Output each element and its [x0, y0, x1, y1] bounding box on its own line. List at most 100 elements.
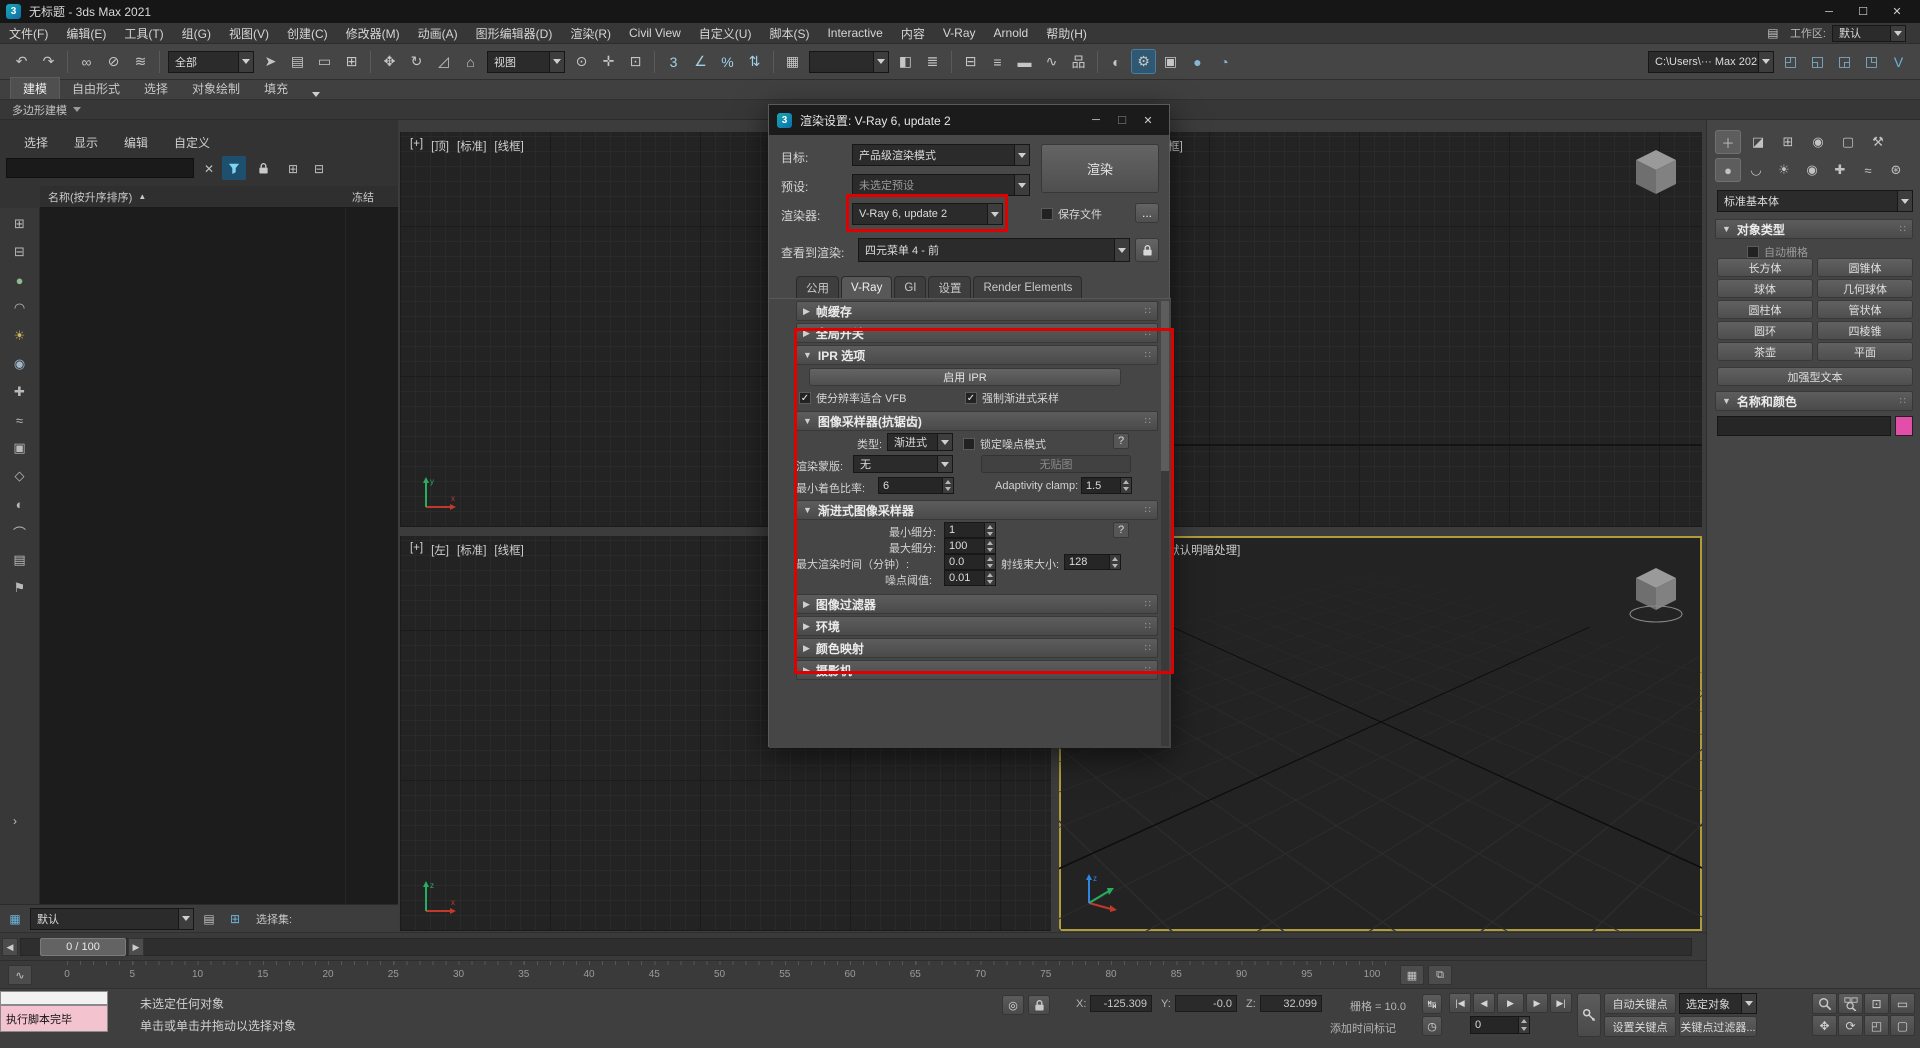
box-button[interactable]: 长方体	[1717, 258, 1813, 277]
spinner-arrows[interactable]	[1120, 478, 1131, 493]
isolate-selection-icon[interactable]: ◎	[1002, 995, 1024, 1015]
object-name-input[interactable]	[1717, 416, 1891, 436]
fit-resolution-vfb-checkbox[interactable]: 使分辨率适合 VFB	[799, 390, 906, 406]
pick-children-icon[interactable]: ⊟	[308, 158, 330, 179]
systems-category-icon[interactable]: ⊛	[1883, 158, 1909, 182]
go-to-start-button[interactable]: |◀	[1449, 993, 1471, 1013]
lights-category-icon[interactable]: ☀	[1771, 158, 1797, 182]
dialog-minimize-button[interactable]: ─	[1083, 105, 1109, 135]
key-mode-toggle-icon[interactable]: ↹	[1422, 994, 1442, 1014]
spinner-arrows[interactable]	[1518, 1017, 1529, 1033]
key-filters-button[interactable]: 关键点过滤器...	[1679, 1016, 1757, 1037]
spinner-arrows[interactable]	[984, 555, 995, 569]
viewport-label-view[interactable]: [左]	[431, 542, 449, 558]
spinner-arrows[interactable]	[984, 523, 995, 537]
object-color-swatch[interactable]	[1895, 416, 1913, 436]
rollout-global-switches[interactable]: 全局开关	[796, 323, 1158, 343]
viewport-label-shading[interactable]: [线框]	[494, 138, 523, 154]
dialog-tab-settings[interactable]: 设置	[928, 276, 971, 298]
window-crossing-icon[interactable]: ⊞	[339, 49, 364, 74]
max-render-time-spinner[interactable]: 0.0	[944, 554, 996, 570]
maxscript-macro-line[interactable]: 执行脚本完毕	[0, 1005, 108, 1032]
toolbar-misc-icon-2[interactable]: ◱	[1805, 49, 1830, 74]
schematic-view-icon[interactable]: 品	[1066, 49, 1091, 74]
menu-tools[interactable]: 工具(T)	[115, 23, 172, 44]
selection-filter-dropdown[interactable]: 全部	[168, 51, 254, 73]
display-geometry-icon[interactable]: ●	[6, 268, 34, 292]
menu-modifiers[interactable]: 修改器(M)	[337, 23, 409, 44]
ribbon-tab-populate[interactable]: 填充	[252, 78, 300, 99]
selection-lock-icon[interactable]	[1028, 995, 1050, 1015]
teapot-button[interactable]: 茶壶	[1717, 342, 1813, 361]
cylinder-button[interactable]: 圆柱体	[1717, 300, 1813, 319]
zoom-region-icon[interactable]: ▭	[1890, 993, 1915, 1014]
textplus-button[interactable]: 加强型文本	[1717, 367, 1913, 386]
explorer-search-input[interactable]	[6, 158, 194, 178]
vray-toolbar-icon[interactable]: V	[1886, 49, 1911, 74]
display-space-warps-icon[interactable]: ≈	[6, 408, 34, 432]
previous-frame-button[interactable]: ◀	[1473, 993, 1495, 1013]
pyramid-button[interactable]: 四棱锥	[1817, 321, 1913, 340]
ribbon-tab-object-paint[interactable]: 对象绘制	[180, 78, 252, 99]
select-and-scale-icon[interactable]: ◿	[431, 49, 456, 74]
redo-icon[interactable]: ↷	[36, 49, 61, 74]
undo-icon[interactable]: ↶	[9, 49, 34, 74]
modify-tab-icon[interactable]: ◪	[1745, 130, 1771, 154]
viewcube[interactable]	[1628, 564, 1684, 628]
window-maximize-button[interactable]: ☐	[1846, 0, 1880, 23]
reference-coordinate-dropdown[interactable]: 视图	[487, 51, 565, 73]
maxscript-listener-line[interactable]	[0, 991, 108, 1005]
viewport-label-menu[interactable]: [+]	[410, 542, 423, 558]
cameras-category-icon[interactable]: ◉	[1799, 158, 1825, 182]
menu-file[interactable]: 文件(F)	[0, 23, 57, 44]
y-coordinate-field[interactable]: -0.0	[1175, 995, 1237, 1012]
menu-vray[interactable]: V-Ray	[934, 23, 985, 44]
dialog-maximize-button[interactable]: ☐	[1109, 105, 1135, 135]
render-mask-dropdown[interactable]: 无	[853, 455, 953, 473]
motion-tab-icon[interactable]: ◉	[1805, 130, 1831, 154]
rollout-object-type[interactable]: 对象类型	[1715, 219, 1913, 239]
target-dropdown[interactable]: 产品级渲染模式	[852, 144, 1030, 166]
selection-filter-dropdown-statusbar[interactable]: 选定对象	[1679, 993, 1757, 1014]
ribbon-tab-selection[interactable]: 选择	[132, 78, 180, 99]
angle-snap-icon[interactable]: ∠	[688, 49, 713, 74]
pick-parent-icon[interactable]: ⊞	[282, 158, 304, 179]
menu-interactive[interactable]: Interactive	[818, 23, 891, 44]
display-containers-icon[interactable]: ▤	[6, 548, 34, 572]
filter-icon[interactable]	[222, 156, 246, 180]
display-groups-icon[interactable]: ▣	[6, 436, 34, 460]
pan-view-icon[interactable]: ✥	[1812, 1015, 1837, 1036]
lock-explorer-icon[interactable]	[252, 158, 274, 179]
save-file-browse-button[interactable]: ...	[1135, 203, 1159, 223]
render-button[interactable]: 渲染	[1041, 144, 1159, 193]
select-by-name-icon[interactable]: ▤	[285, 49, 310, 74]
trackbar-option-icon-2[interactable]: ⧉	[1428, 965, 1452, 985]
frozen-column-header[interactable]: 冻结	[352, 189, 374, 205]
space-warps-category-icon[interactable]: ≈	[1855, 158, 1881, 182]
rollout-ipr-options[interactable]: IPR 选项	[796, 345, 1158, 365]
previous-frame-arrow[interactable]: ◀	[2, 938, 18, 956]
toolbar-misc-icon-3[interactable]: ◲	[1832, 49, 1857, 74]
spinner-arrows[interactable]	[1109, 555, 1120, 569]
active-layer-dropdown[interactable]: 默认	[30, 908, 194, 930]
display-helpers-icon[interactable]: ✚	[6, 380, 34, 404]
list-view-icon[interactable]: ▤	[198, 908, 220, 929]
noise-threshold-spinner[interactable]: 0.01	[944, 570, 996, 586]
rollout-camera[interactable]: 摄影机	[796, 660, 1158, 680]
geosphere-button[interactable]: 几何球体	[1817, 279, 1913, 298]
z-coordinate-field[interactable]: 32.099	[1260, 995, 1322, 1012]
set-key-icon[interactable]	[1577, 993, 1601, 1037]
viewport-label-shading[interactable]: [默认明暗处理]	[1165, 542, 1240, 558]
zoom-icon[interactable]	[1812, 993, 1837, 1014]
play-button[interactable]: ▶	[1497, 993, 1524, 1013]
trackbar-option-icon-1[interactable]: ▦	[1400, 965, 1424, 985]
named-selection-dropdown[interactable]	[809, 51, 889, 73]
next-frame-arrow[interactable]: ▶	[128, 938, 144, 956]
ribbon-tab-freeform[interactable]: 自由形式	[60, 78, 132, 99]
collapse-all-icon[interactable]: ⊟	[6, 240, 34, 264]
toggle-layer-explorer-icon[interactable]: ≡	[985, 49, 1010, 74]
window-close-button[interactable]: ✕	[1880, 0, 1914, 23]
dialog-close-button[interactable]: ✕	[1135, 105, 1161, 135]
toolbar-misc-icon-4[interactable]: ◳	[1859, 49, 1884, 74]
force-progressive-checkbox[interactable]: 强制渐进式采样	[965, 390, 1059, 406]
